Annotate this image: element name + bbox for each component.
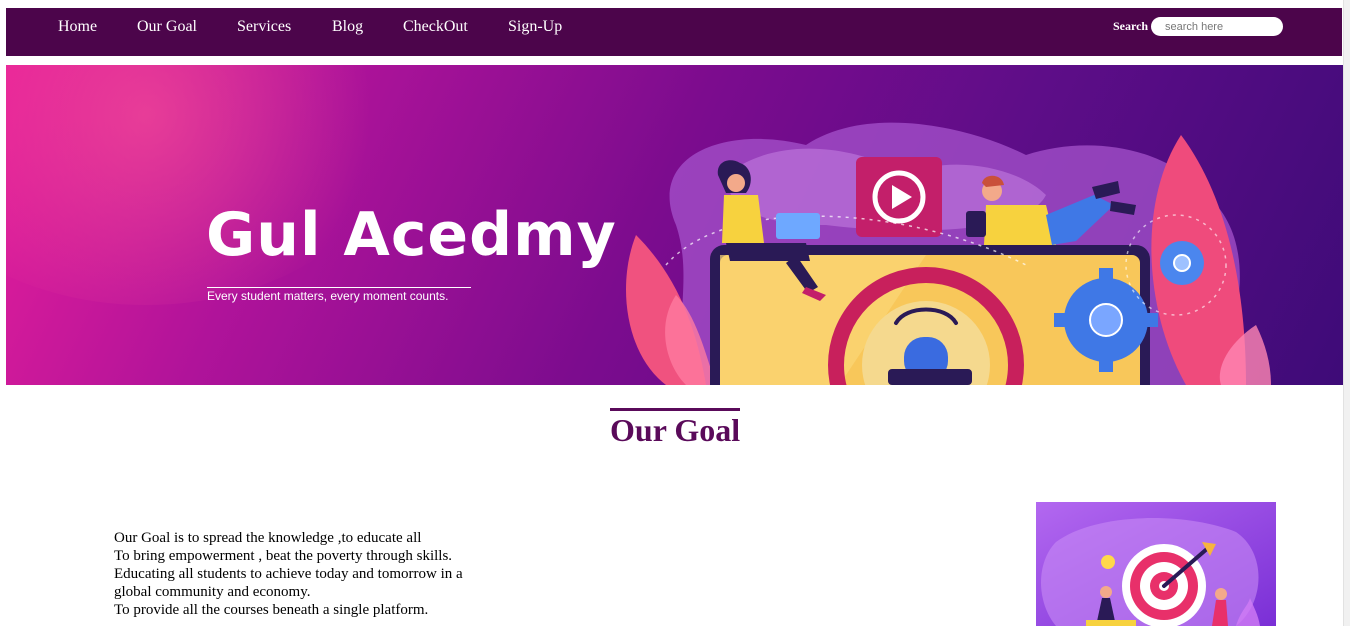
- hero-title-underline: [207, 287, 471, 288]
- goal-line: Educating all students to achieve today …: [114, 566, 463, 582]
- goal-illustration: [1036, 502, 1276, 626]
- top-navigation-bar: Home Our Goal Services Blog CheckOut Sig…: [6, 8, 1342, 56]
- section-heading-our-goal: Our Goal: [610, 412, 741, 448]
- search-input[interactable]: [1151, 17, 1283, 36]
- lightbulb-icon: [1101, 555, 1115, 569]
- search-label: Search: [1113, 19, 1149, 33]
- goal-line: global community and economy.: [114, 584, 311, 600]
- nav-link-home[interactable]: Home: [58, 18, 97, 36]
- page-scrollbar[interactable]: [1343, 0, 1350, 626]
- goal-description: Our Goal is to spread the knowledge ,to …: [114, 529, 504, 619]
- nav-link-blog[interactable]: Blog: [332, 18, 363, 36]
- hero-banner: Gul Acedmy Every student matters, every …: [6, 65, 1343, 385]
- nav-link-sign-up[interactable]: Sign-Up: [508, 18, 562, 36]
- nav-link-services[interactable]: Services: [237, 18, 291, 36]
- section-heading-underline: [610, 408, 740, 411]
- bell-base: [888, 369, 972, 385]
- nav-link-checkout[interactable]: CheckOut: [403, 18, 468, 36]
- gear-icon: [1160, 241, 1204, 285]
- hero-tagline: Every student matters, every moment coun…: [207, 289, 449, 303]
- goal-line: To provide all the courses beneath a sin…: [114, 602, 429, 618]
- goal-line: To bring empowerment , beat the poverty …: [114, 548, 453, 564]
- hero-illustration: [626, 122, 1271, 385]
- hero-title: Gul Acedmy: [206, 200, 617, 270]
- goal-line: Our Goal is to spread the knowledge ,to …: [114, 530, 422, 546]
- nav-link-our-goal[interactable]: Our Goal: [137, 18, 197, 36]
